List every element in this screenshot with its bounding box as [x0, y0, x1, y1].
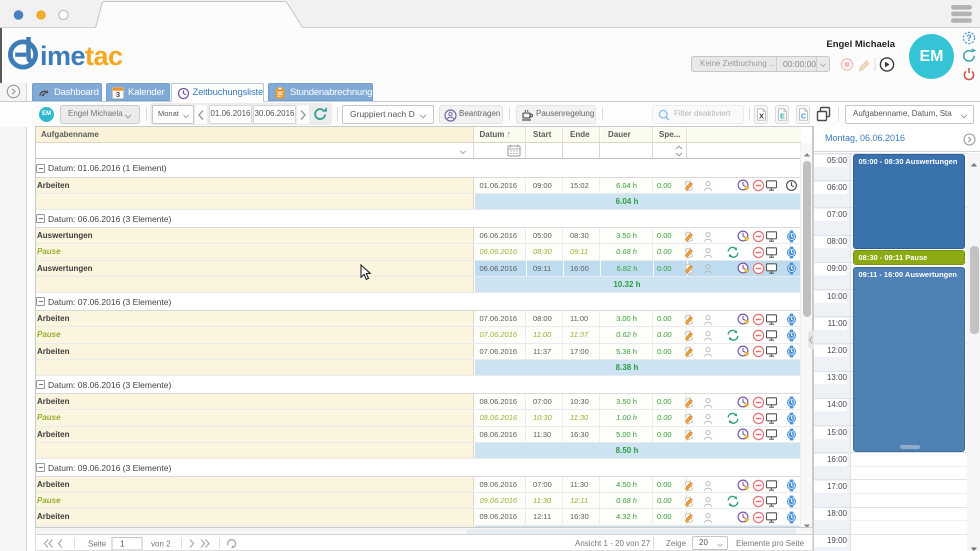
- svg-text:C: C: [800, 112, 806, 121]
- svg-text:von 2: von 2: [151, 539, 171, 548]
- svg-text:1: 1: [120, 539, 125, 548]
- svg-text:Seite: Seite: [88, 539, 107, 548]
- svg-text:?: ?: [966, 33, 972, 43]
- svg-text:X: X: [758, 112, 763, 121]
- svg-text:ime: ime: [40, 41, 86, 71]
- svg-text:tac: tac: [85, 41, 123, 71]
- svg-text:E: E: [779, 112, 784, 121]
- svg-text:3: 3: [116, 90, 120, 99]
